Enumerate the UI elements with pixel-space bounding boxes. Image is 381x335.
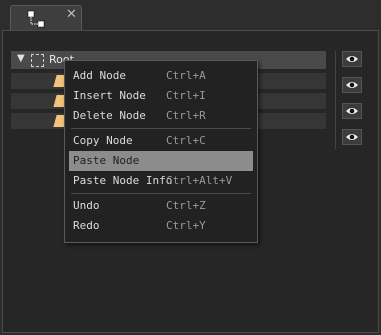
tab-bar: ✕ (0, 0, 381, 31)
menu-item-shortcut: Ctrl+C (166, 134, 206, 147)
menu-item-label: Paste Node (73, 154, 140, 167)
menu-item-label: Copy Node (73, 134, 133, 147)
menu-separator (71, 193, 251, 194)
root-node-icon (31, 54, 44, 67)
menu-item-shortcut: Ctrl+A (166, 69, 206, 82)
eye-icon[interactable] (342, 77, 362, 93)
menu-item-shortcut: Ctrl+I (166, 89, 206, 102)
menu-separator (71, 128, 251, 129)
menu-item-undo[interactable]: Undo Ctrl+Z (69, 196, 253, 216)
menu-item-copy-node[interactable]: Copy Node Ctrl+C (69, 131, 253, 151)
menu-item-label: Add Node (73, 69, 126, 82)
menu-item-label: Redo (73, 219, 100, 232)
node-tree-window: ✕ ▼ Root Add Node Ctrl+A Insert Node Ctr… (0, 0, 381, 335)
menu-item-label: Insert Node (73, 89, 146, 102)
eye-icon[interactable] (342, 51, 362, 67)
node-graph-icon (27, 10, 45, 28)
expand-arrow-icon[interactable]: ▼ (17, 53, 25, 64)
menu-item-insert-node[interactable]: Insert Node Ctrl+I (69, 86, 253, 106)
menu-item-add-node[interactable]: Add Node Ctrl+A (69, 66, 253, 86)
eye-icon[interactable] (342, 129, 362, 145)
menu-item-paste-node[interactable]: Paste Node (69, 151, 253, 171)
menu-item-shortcut: Ctrl+Alt+V (166, 174, 233, 187)
menu-item-label: Delete Node (73, 109, 146, 122)
menu-item-delete-node[interactable]: Delete Node Ctrl+R (69, 106, 253, 126)
menu-item-label: Paste Node Info (73, 174, 173, 187)
menu-item-shortcut: Ctrl+Y (166, 219, 206, 232)
close-icon[interactable]: ✕ (66, 8, 77, 22)
tab-node-tree[interactable]: ✕ (10, 5, 82, 31)
menu-item-label: Undo (73, 199, 100, 212)
menu-item-redo[interactable]: Redo Ctrl+Y (69, 216, 253, 236)
eye-icon[interactable] (342, 103, 362, 119)
visibility-column (335, 51, 368, 149)
menu-item-shortcut: Ctrl+R (166, 109, 206, 122)
menu-item-shortcut: Ctrl+Z (166, 199, 206, 212)
context-menu: Add Node Ctrl+A Insert Node Ctrl+I Delet… (64, 60, 258, 243)
menu-item-paste-node-info[interactable]: Paste Node Info Ctrl+Alt+V (69, 171, 253, 191)
